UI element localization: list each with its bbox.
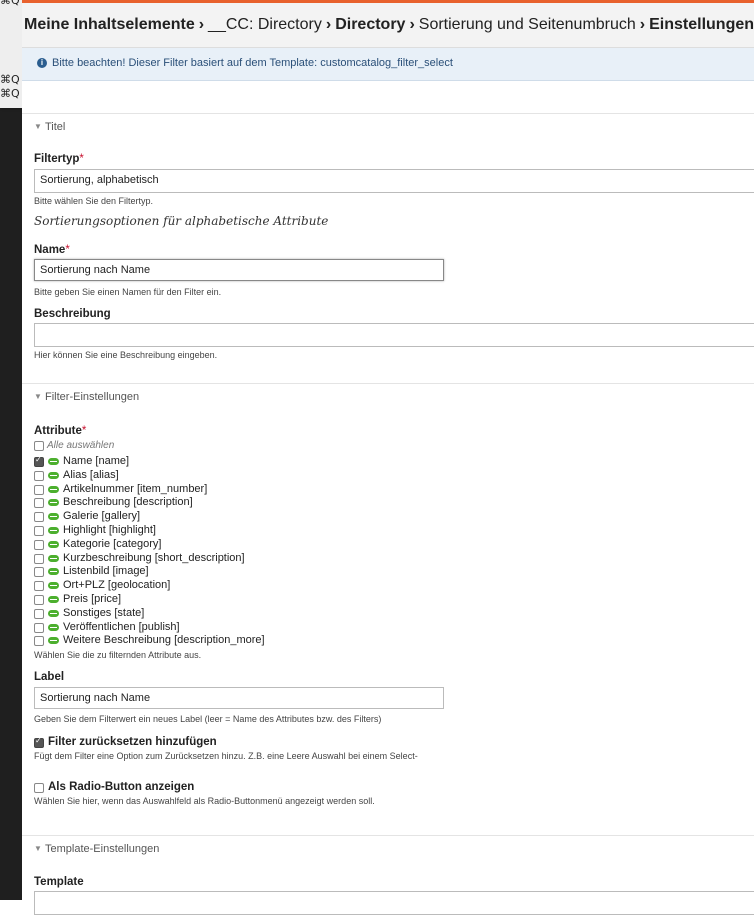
- attribute-checkbox[interactable]: [34, 636, 44, 647]
- published-status-icon: [48, 499, 59, 507]
- published-status-icon: [48, 609, 59, 617]
- info-icon: i: [37, 58, 47, 68]
- collapse-triangle-icon: ▼: [34, 122, 42, 131]
- filtertyp-select[interactable]: Sortierung, alphabetisch: [34, 169, 754, 193]
- template-select[interactable]: [34, 891, 754, 915]
- reset-checkbox[interactable]: [34, 736, 44, 748]
- section-toggle-filter[interactable]: ▼ Filter-Einstellungen: [22, 383, 754, 412]
- breadcrumb-item[interactable]: Sortierung und Seitenumbruch: [419, 16, 636, 33]
- published-status-icon: [48, 540, 59, 548]
- breadcrumb-separator: ›: [409, 16, 415, 33]
- breadcrumb-item[interactable]: Meine Inhaltselemente: [24, 16, 195, 33]
- attribute-checkbox[interactable]: [34, 581, 44, 592]
- label-help: Geben Sie dem Filterwert ein neues Label…: [34, 714, 382, 724]
- published-status-icon: [48, 513, 59, 521]
- attribute-checkbox[interactable]: [34, 539, 44, 550]
- section-title: Titel: [45, 121, 66, 133]
- attribute-checkbox[interactable]: [34, 608, 44, 619]
- select-all-label[interactable]: Alle auswählen: [47, 440, 114, 451]
- published-status-icon: [48, 596, 59, 603]
- radio-help: Wählen Sie hier, wenn das Auswahlfeld al…: [34, 796, 375, 806]
- beschreibung-label: Beschreibung: [34, 308, 111, 320]
- select-all-checkbox[interactable]: [34, 441, 44, 451]
- attribute-label[interactable]: Kategorie [category]: [63, 538, 161, 550]
- filtertyp-description: Sortierungsoptionen für alphabetische At…: [34, 214, 329, 228]
- attribute-label: Attribute*: [34, 425, 87, 437]
- attribute-checkbox[interactable]: [34, 484, 44, 495]
- published-status-icon: [48, 582, 59, 590]
- published-status-icon: [48, 637, 59, 645]
- beschreibung-help: Hier können Sie eine Beschreibung eingeb…: [34, 350, 218, 360]
- attribute-checkbox[interactable]: [34, 498, 44, 509]
- attribute-label[interactable]: Galerie [gallery]: [63, 510, 140, 522]
- attribute-label[interactable]: Beschreibung [description]: [63, 496, 193, 508]
- published-status-icon: [48, 554, 59, 562]
- filtertyp-label: Filtertyp*: [34, 153, 84, 165]
- shortcut-label[interactable]: ⌘Q: [0, 87, 20, 100]
- attribute-checkbox[interactable]: [34, 567, 44, 578]
- attribute-label[interactable]: Sonstiges [state]: [63, 607, 144, 619]
- published-status-icon: [48, 568, 59, 576]
- info-message: i Bitte beachten! Dieser Filter basiert …: [22, 48, 754, 81]
- collapse-triangle-icon: ▼: [34, 844, 42, 853]
- section-toggle-titel[interactable]: ▼ Titel: [22, 113, 754, 142]
- published-status-icon: [48, 458, 59, 465]
- attribute-label[interactable]: Kurzbeschreibung [short_description]: [63, 552, 245, 564]
- name-input[interactable]: Sortierung nach Name: [34, 259, 444, 281]
- attribute-label[interactable]: Artikelnummer [item_number]: [63, 483, 207, 495]
- attribute-checkbox[interactable]: [34, 622, 44, 633]
- context-menu-fragment: ⌘Q ⌘Q ⌘Q: [0, 0, 23, 108]
- attribute-label[interactable]: Preis [price]: [63, 593, 121, 605]
- attribute-checkbox[interactable]: [34, 595, 44, 605]
- breadcrumb: Meine Inhaltselemente › __CC: Directory › Di…: [24, 16, 754, 34]
- published-status-icon: [48, 471, 59, 479]
- shortcut-label[interactable]: ⌘Q: [0, 73, 20, 86]
- template-label: Template: [34, 876, 84, 888]
- breadcrumb-item[interactable]: __CC: Directory: [208, 16, 322, 33]
- attribute-checkbox[interactable]: [34, 455, 44, 467]
- content-area: Meine Inhaltselemente › __CC: Directory › Di…: [22, 3, 754, 915]
- attribute-label[interactable]: Listenbild [image]: [63, 565, 149, 577]
- attribute-checkbox[interactable]: [34, 512, 44, 523]
- beschreibung-input[interactable]: [34, 323, 754, 347]
- reset-label[interactable]: Filter zurücksetzen hinzufügen: [48, 736, 217, 748]
- label-input[interactable]: Sortierung nach Name: [34, 687, 444, 709]
- breadcrumb-item[interactable]: Directory: [335, 16, 405, 33]
- attribute-help: Wählen Sie die zu filternden Attribute a…: [34, 650, 202, 660]
- breadcrumb-separator: ›: [639, 16, 646, 33]
- attribute-label[interactable]: Ort+PLZ [geolocation]: [63, 579, 170, 591]
- attribute-label[interactable]: Veröffentlichen [publish]: [63, 621, 180, 633]
- name-label: Name*: [34, 244, 70, 256]
- attribute-label[interactable]: Name [name]: [63, 455, 129, 467]
- filtertyp-help: Bitte wählen Sie den Filtertyp.: [34, 196, 154, 206]
- published-status-icon: [48, 527, 59, 534]
- app-sidebar: ⌘Q ⌘Q ⌘Q: [0, 0, 23, 900]
- reset-help: Fügt dem Filter eine Option zum Zurückse…: [34, 751, 418, 761]
- breadcrumb-item[interactable]: Einstellungen des Filters ID:91 b: [649, 16, 754, 33]
- name-help: Bitte geben Sie einen Namen für den Filt…: [34, 287, 222, 297]
- page-header: Meine Inhaltselemente › __CC: Directory › Di…: [22, 3, 754, 48]
- info-text: Bitte beachten! Dieser Filter basiert au…: [52, 57, 453, 69]
- breadcrumb-separator: ›: [198, 16, 205, 33]
- published-status-icon: [48, 485, 59, 493]
- attribute-checkbox[interactable]: [34, 553, 44, 564]
- label-field-label: Label: [34, 671, 65, 683]
- attribute-label[interactable]: Alias [alias]: [63, 469, 119, 481]
- attribute-checkbox[interactable]: [34, 470, 44, 481]
- attribute-label[interactable]: Highlight [highlight]: [63, 524, 156, 536]
- section-toggle-template[interactable]: ▼ Template-Einstellungen: [22, 835, 754, 864]
- breadcrumb-separator: ›: [325, 16, 332, 33]
- collapse-triangle-icon: ▼: [34, 392, 42, 401]
- section-title: Filter-Einstellungen: [45, 391, 140, 403]
- radio-label[interactable]: Als Radio-Button anzeigen: [48, 781, 194, 793]
- radio-checkbox[interactable]: [34, 783, 44, 793]
- section-title: Template-Einstellungen: [45, 843, 160, 855]
- attribute-label[interactable]: Weitere Beschreibung [description_more]: [63, 634, 265, 646]
- attribute-checkbox[interactable]: [34, 526, 44, 536]
- shortcut-label: ⌘Q: [0, 0, 20, 7]
- published-status-icon: [48, 623, 59, 631]
